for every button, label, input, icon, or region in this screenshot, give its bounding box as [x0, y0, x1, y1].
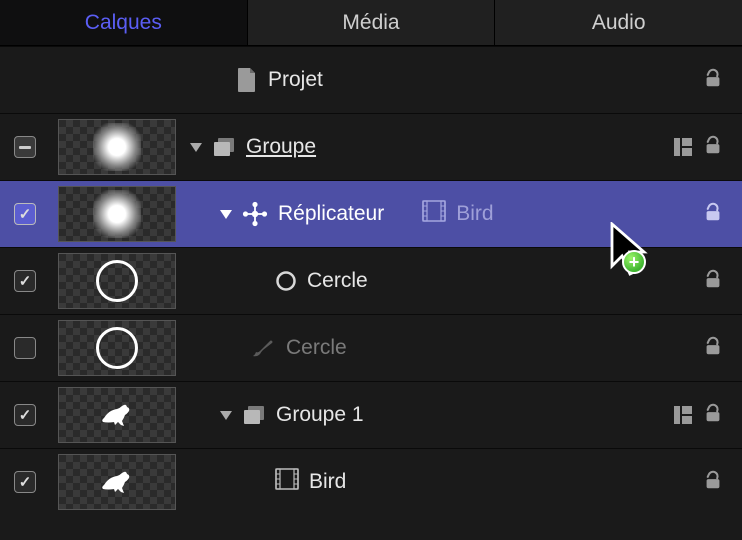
tab-calques[interactable]: Calques	[0, 0, 248, 45]
layers-icon	[242, 404, 266, 426]
thumbnail-cercle-2[interactable]	[58, 320, 176, 376]
checkbox-bird[interactable]	[14, 471, 36, 493]
disclosure-icon[interactable]	[190, 143, 202, 152]
tab-media[interactable]: Média	[248, 0, 496, 45]
row-bird[interactable]: Bird	[0, 448, 742, 515]
lock-icon[interactable]	[702, 134, 724, 161]
groupe-1-label: Groupe 1	[276, 403, 364, 427]
film-icon	[422, 200, 446, 228]
stacks-icon[interactable]	[674, 138, 692, 156]
groupe-label: Groupe	[246, 135, 316, 159]
checkbox-groupe-1[interactable]	[14, 404, 36, 426]
thumbnail-bird[interactable]	[58, 454, 176, 510]
lock-icon[interactable]	[702, 402, 724, 429]
tab-audio[interactable]: Audio	[495, 0, 742, 45]
bird-label: Bird	[309, 470, 346, 494]
row-projet[interactable]: Projet	[0, 46, 742, 113]
replicator-icon	[242, 201, 268, 227]
checkbox-groupe[interactable]	[14, 136, 36, 158]
lock-icon[interactable]	[702, 201, 724, 228]
lock-icon[interactable]	[702, 268, 724, 295]
drop-label: Bird	[456, 202, 493, 226]
thumbnail-cercle-1[interactable]	[58, 253, 176, 309]
lock-icon[interactable]	[702, 335, 724, 362]
tab-bar: Calques Média Audio	[0, 0, 742, 46]
thumbnail-replicateur[interactable]	[58, 186, 176, 242]
disclosure-icon[interactable]	[220, 411, 232, 420]
cercle-2-label: Cercle	[286, 336, 347, 360]
lock-icon[interactable]	[702, 67, 724, 94]
row-cercle-2[interactable]: Cercle	[0, 314, 742, 381]
row-replicateur[interactable]: Réplicateur Bird	[0, 180, 742, 247]
layers-icon	[212, 136, 236, 158]
checkbox-cercle-1[interactable]	[14, 270, 36, 292]
brush-icon	[252, 337, 276, 359]
thumbnail-groupe-1[interactable]	[58, 387, 176, 443]
document-icon	[236, 67, 258, 93]
projet-label: Projet	[268, 68, 323, 92]
replicateur-label: Réplicateur	[278, 202, 384, 226]
thumbnail-groupe[interactable]	[58, 119, 176, 175]
film-icon	[275, 468, 299, 496]
cercle-1-label: Cercle	[307, 269, 368, 293]
row-cercle-1[interactable]: Cercle	[0, 247, 742, 314]
stacks-icon[interactable]	[674, 406, 692, 424]
disclosure-icon[interactable]	[220, 210, 232, 219]
row-groupe-1[interactable]: Groupe 1	[0, 381, 742, 448]
lock-icon[interactable]	[702, 469, 724, 496]
checkbox-cercle-2[interactable]	[14, 337, 36, 359]
checkbox-replicateur[interactable]	[14, 203, 36, 225]
row-groupe[interactable]: Groupe	[0, 113, 742, 180]
circle-icon	[275, 270, 297, 292]
